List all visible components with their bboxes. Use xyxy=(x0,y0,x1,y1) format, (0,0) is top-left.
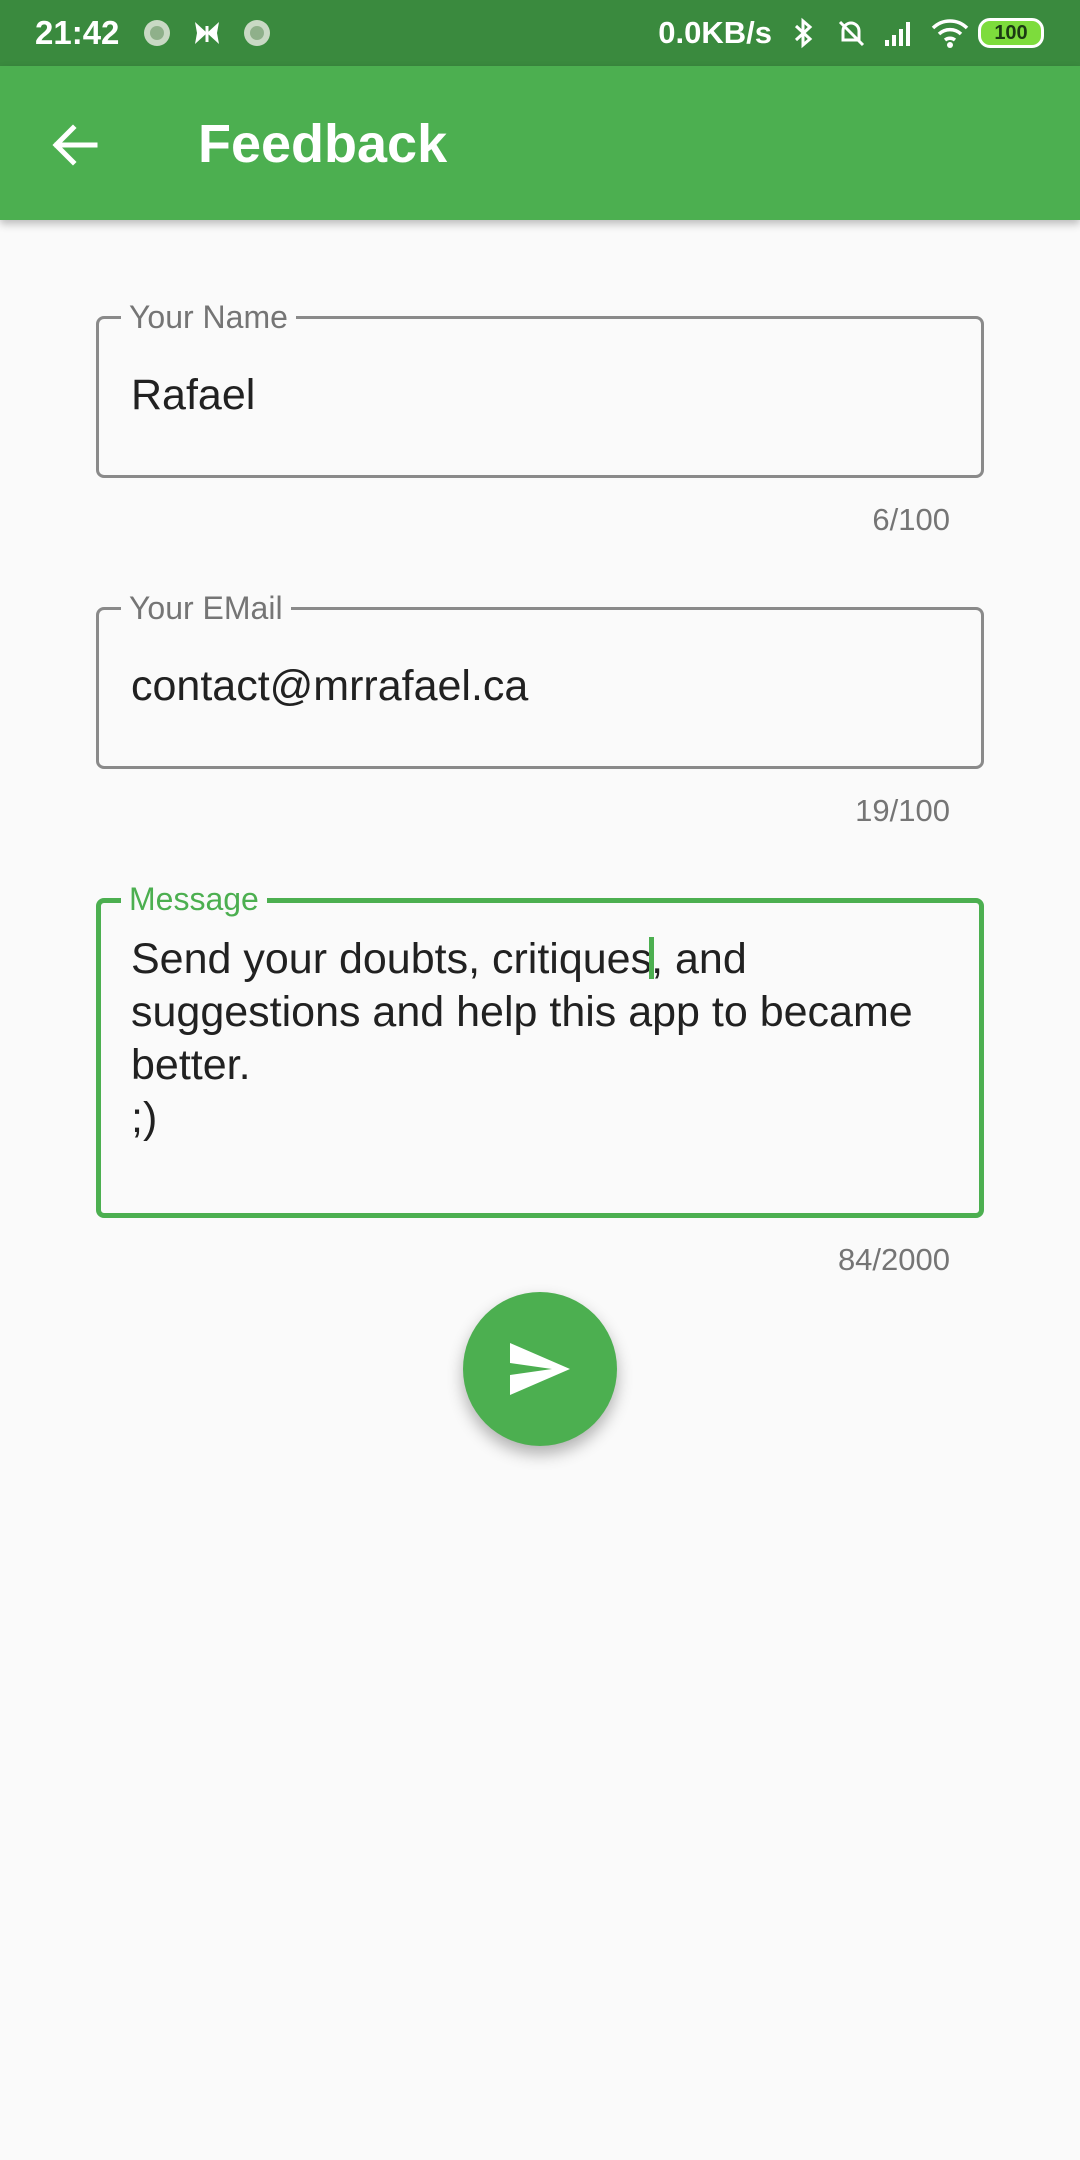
page-title: Feedback xyxy=(198,114,448,174)
net-speed: 0.0KB/s xyxy=(658,15,772,50)
back-button[interactable] xyxy=(40,110,110,180)
email-field[interactable]: Your EMail contact@mrrafael.ca xyxy=(96,588,984,769)
email-char-counter: 19/100 xyxy=(855,793,950,828)
name-input[interactable]: Rafael xyxy=(131,369,255,422)
message-text-before-caret: Send your doubts, critiques xyxy=(131,935,653,983)
name-char-counter: 6/100 xyxy=(872,502,950,537)
message-field-label: Message xyxy=(121,879,267,919)
butterfly-icon xyxy=(192,18,222,48)
status-notification-icons xyxy=(142,18,272,48)
send-button[interactable] xyxy=(463,1292,617,1446)
email-field-label: Your EMail xyxy=(121,588,291,628)
app-bar: Feedback xyxy=(0,66,1080,220)
message-field[interactable]: Message Send your doubts, critiques, and… xyxy=(96,879,984,1218)
message-char-counter: 84/2000 xyxy=(837,1242,950,1277)
arrow-back-icon xyxy=(52,124,98,166)
bluetooth-icon xyxy=(786,16,820,50)
app-notification-icon xyxy=(242,18,272,48)
message-textarea[interactable]: Send your doubts, critiques, and suggest… xyxy=(131,933,951,1145)
name-field[interactable]: Your Name Rafael xyxy=(96,297,984,478)
app-notification-icon xyxy=(142,18,172,48)
name-field-label: Your Name xyxy=(121,297,296,337)
battery-level: 100 xyxy=(994,21,1028,44)
status-system-icons: 0.0KB/s 100 xyxy=(658,10,1044,56)
mute-alarm-icon xyxy=(834,16,868,50)
email-input[interactable]: contact@mrrafael.ca xyxy=(131,660,528,713)
signal-icon xyxy=(882,16,916,50)
send-icon xyxy=(510,1343,570,1395)
battery-icon: 100 xyxy=(978,18,1044,48)
status-time: 21:42 xyxy=(35,14,120,51)
status-bar: 21:42 0.0KB/s 100 xyxy=(0,0,1080,66)
wifi-icon xyxy=(930,16,969,50)
